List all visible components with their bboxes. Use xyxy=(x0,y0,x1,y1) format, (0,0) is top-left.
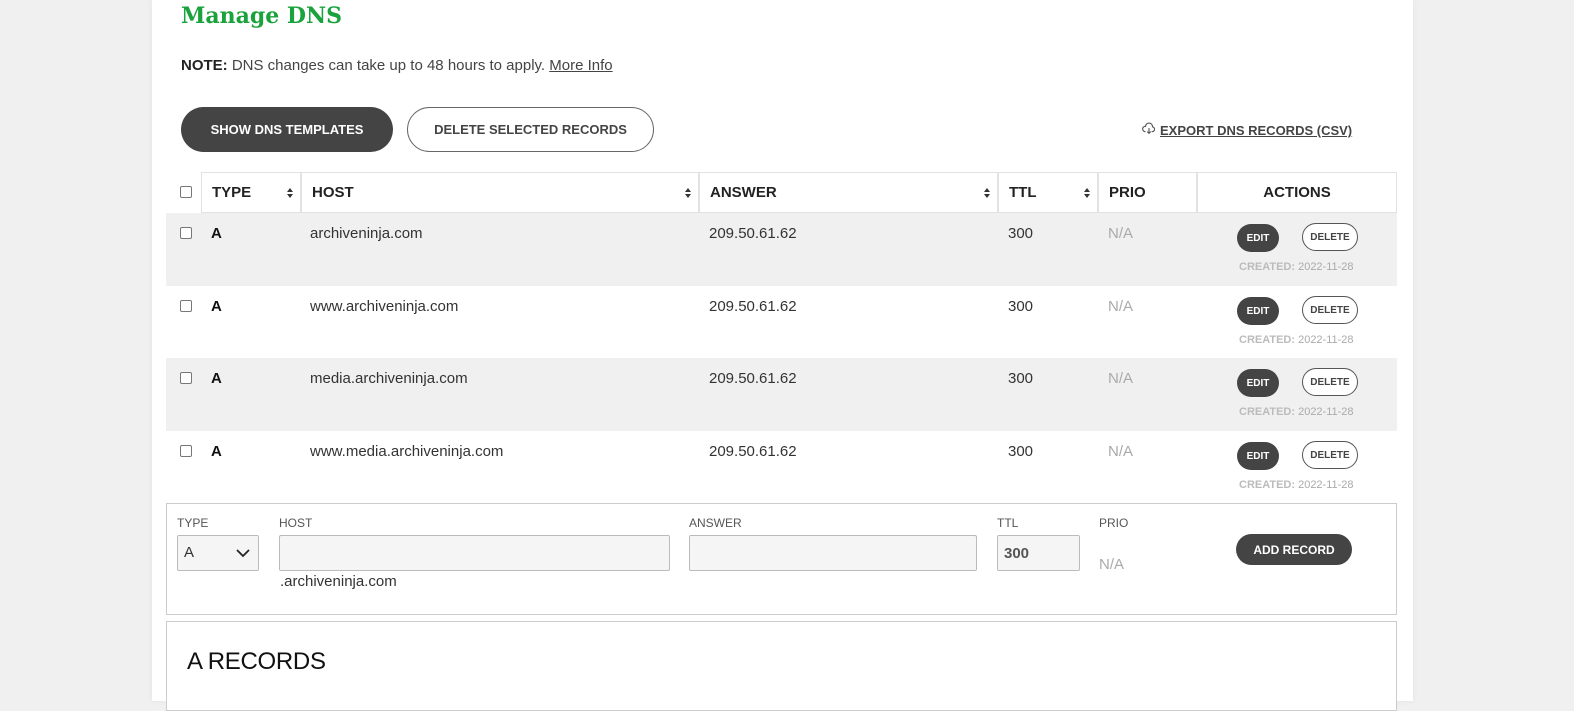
answer-field-label: ANSWER xyxy=(689,516,742,530)
host-field-label: HOST xyxy=(279,516,313,530)
record-prio: N/A xyxy=(1108,443,1134,460)
table-row: A archiveninja.com 209.50.61.62 300 N/A … xyxy=(166,213,1397,286)
created-label: CREATED: xyxy=(1239,406,1296,418)
record-answer: 209.50.61.62 xyxy=(709,443,797,460)
column-prio-label: PRIO xyxy=(1109,184,1146,201)
created-value: 2022-11-28 xyxy=(1298,261,1354,273)
record-answer: 209.50.61.62 xyxy=(709,298,797,315)
host-suffix: .archiveninja.com xyxy=(280,573,397,590)
sort-icon xyxy=(685,188,691,198)
row-checkbox[interactable] xyxy=(180,445,192,457)
prio-field-label: PRIO xyxy=(1099,516,1129,530)
show-dns-templates-button[interactable]: SHOW DNS TEMPLATES xyxy=(181,107,393,152)
record-ttl: 300 xyxy=(1008,443,1034,460)
add-record-form: TYPE A HOST .archiveninja.com ANSWER TTL… xyxy=(166,503,1397,615)
created-date: CREATED: 2022-11-28 xyxy=(1239,261,1354,273)
edit-button[interactable]: EDIT xyxy=(1237,224,1279,252)
column-ttl[interactable]: TTL xyxy=(998,172,1098,213)
created-label: CREATED: xyxy=(1239,479,1296,491)
record-host: www.archiveninja.com xyxy=(310,298,459,315)
created-date: CREATED: 2022-11-28 xyxy=(1239,479,1354,491)
record-type: A xyxy=(211,225,222,242)
column-type-label: TYPE xyxy=(212,184,252,201)
delete-button[interactable]: DELETE xyxy=(1302,296,1358,324)
chevron-down-icon xyxy=(236,549,250,558)
type-select-value: A xyxy=(184,544,195,561)
section-title: A RECORDS xyxy=(187,648,326,675)
note-label: NOTE: xyxy=(181,57,228,74)
add-record-button[interactable]: ADD RECORD xyxy=(1236,534,1352,565)
delete-button[interactable]: DELETE xyxy=(1302,441,1358,469)
page-title: Manage DNS xyxy=(181,3,342,29)
record-prio: N/A xyxy=(1108,225,1134,242)
created-label: CREATED: xyxy=(1239,261,1296,273)
column-type[interactable]: TYPE xyxy=(201,172,301,213)
record-answer: 209.50.61.62 xyxy=(709,370,797,387)
note-text: DNS changes can take up to 48 hours to a… xyxy=(231,57,546,74)
table-row: A www.media.archiveninja.com 209.50.61.6… xyxy=(166,431,1397,504)
prio-value: N/A xyxy=(1099,556,1125,573)
column-actions-label: ACTIONS xyxy=(1263,184,1331,201)
ttl-input-value: 300 xyxy=(1004,545,1030,562)
record-type: A xyxy=(211,443,222,460)
type-field-label: TYPE xyxy=(177,516,209,530)
sort-icon xyxy=(1084,188,1090,198)
created-label: CREATED: xyxy=(1239,334,1296,346)
table-header: TYPE HOST ANSWER TTL PRIO ACTIONS xyxy=(166,172,1397,213)
select-all-checkbox[interactable] xyxy=(180,186,192,198)
delete-button[interactable]: DELETE xyxy=(1302,223,1358,251)
column-host[interactable]: HOST xyxy=(301,172,699,213)
row-checkbox[interactable] xyxy=(180,300,192,312)
created-date: CREATED: 2022-11-28 xyxy=(1239,406,1354,418)
sort-icon xyxy=(984,188,990,198)
record-ttl: 300 xyxy=(1008,370,1034,387)
record-prio: N/A xyxy=(1108,298,1134,315)
column-host-label: HOST xyxy=(312,184,354,201)
record-host: media.archiveninja.com xyxy=(310,370,468,387)
dns-records-table: TYPE HOST ANSWER TTL PRIO ACTIONS A arch… xyxy=(166,172,1397,491)
edit-button[interactable]: EDIT xyxy=(1237,297,1279,325)
delete-button[interactable]: DELETE xyxy=(1302,368,1358,396)
cloud-download-icon xyxy=(1142,122,1156,139)
ttl-field-label: TTL xyxy=(997,516,1019,530)
row-checkbox[interactable] xyxy=(180,227,192,239)
created-value: 2022-11-28 xyxy=(1298,479,1354,491)
delete-selected-records-button[interactable]: DELETE SELECTED RECORDS xyxy=(407,107,654,152)
record-answer: 209.50.61.62 xyxy=(709,225,797,242)
sort-icon xyxy=(287,188,293,198)
type-select[interactable]: A xyxy=(177,535,259,571)
created-value: 2022-11-28 xyxy=(1298,334,1354,346)
edit-button[interactable]: EDIT xyxy=(1237,369,1279,397)
column-actions: ACTIONS xyxy=(1197,172,1397,213)
column-prio: PRIO xyxy=(1098,172,1197,213)
answer-input[interactable] xyxy=(689,535,977,571)
column-ttl-label: TTL xyxy=(1009,184,1037,201)
record-host: archiveninja.com xyxy=(310,225,423,242)
table-row: A www.archiveninja.com 209.50.61.62 300 … xyxy=(166,286,1397,359)
record-type: A xyxy=(211,370,222,387)
dns-note: NOTE: DNS changes can take up to 48 hour… xyxy=(181,57,613,74)
ttl-input[interactable]: 300 xyxy=(997,535,1080,571)
column-answer-label: ANSWER xyxy=(710,184,777,201)
host-input[interactable] xyxy=(279,535,670,571)
export-dns-records-link[interactable]: EXPORT DNS RECORDS (CSV) xyxy=(1142,122,1352,139)
column-answer[interactable]: ANSWER xyxy=(699,172,998,213)
row-checkbox[interactable] xyxy=(180,372,192,384)
record-prio: N/A xyxy=(1108,370,1134,387)
record-ttl: 300 xyxy=(1008,298,1034,315)
a-records-section: A RECORDS xyxy=(166,621,1397,711)
export-label: EXPORT DNS RECORDS (CSV) xyxy=(1160,123,1353,138)
record-type: A xyxy=(211,298,222,315)
edit-button[interactable]: EDIT xyxy=(1237,442,1279,470)
more-info-link[interactable]: More Info xyxy=(549,57,612,74)
record-ttl: 300 xyxy=(1008,225,1034,242)
created-value: 2022-11-28 xyxy=(1298,406,1354,418)
created-date: CREATED: 2022-11-28 xyxy=(1239,334,1354,346)
record-host: www.media.archiveninja.com xyxy=(310,443,504,460)
table-row: A media.archiveninja.com 209.50.61.62 30… xyxy=(166,358,1397,431)
